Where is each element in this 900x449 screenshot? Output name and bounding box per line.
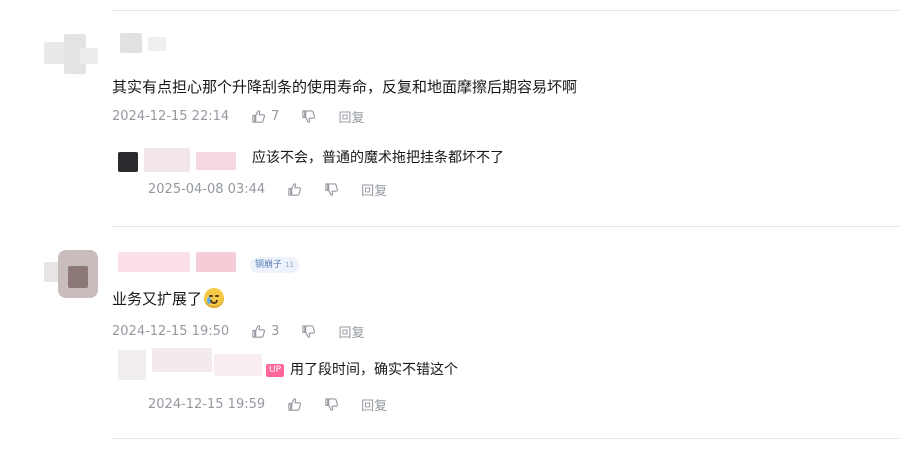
avatar[interactable]: [44, 244, 106, 302]
divider-bottom: [112, 438, 900, 439]
reply-meta: 2025-04-08 03:44 回复: [148, 180, 387, 199]
reply-button[interactable]: 回复: [361, 180, 387, 199]
reply-text: 应该不会，普通的魔术拖把挂条都坏不了: [252, 150, 504, 166]
like-button[interactable]: [287, 397, 302, 412]
divider: [112, 226, 900, 227]
reply-time: 2024-12-15 19:59: [148, 397, 266, 412]
badge-label: 钢崩子: [255, 260, 283, 270]
dislike-button[interactable]: [324, 397, 339, 412]
like-button[interactable]: 3: [251, 324, 279, 339]
like-button[interactable]: 7: [251, 109, 279, 124]
like-button[interactable]: [287, 182, 302, 197]
like-icon: [288, 398, 302, 411]
comment-time: 2024-12-15 22:14: [112, 109, 230, 124]
reply-avatar[interactable]: [114, 148, 244, 174]
reply-avatar[interactable]: [118, 344, 268, 386]
reply-button[interactable]: 回复: [361, 395, 387, 414]
like-icon: [252, 325, 266, 338]
like-count: 3: [271, 324, 280, 339]
reply-time: 2025-04-08 03:44: [148, 182, 266, 197]
dislike-icon: [325, 183, 339, 196]
reply-text: 用了段时间，确实不错这个: [290, 362, 459, 378]
dislike-icon: [302, 110, 316, 123]
comment-meta: 2024-12-15 22:14 7 回复: [112, 107, 364, 126]
comment-text-line: 业务又扩展了: [112, 288, 225, 310]
badge-level: 11: [285, 261, 294, 269]
username[interactable]: [118, 252, 244, 274]
dislike-button[interactable]: [301, 109, 316, 124]
reply-button[interactable]: 回复: [338, 107, 364, 126]
username[interactable]: [112, 33, 202, 55]
comment-text: 业务又扩展了: [112, 290, 203, 308]
sweat-smile-emoji-icon: [204, 288, 225, 308]
dislike-icon: [302, 325, 316, 338]
up-tag: UP: [266, 364, 285, 377]
medal-badge[interactable]: 钢崩子 11: [250, 257, 299, 273]
divider-top: [112, 10, 900, 11]
reply-text-line: UP 用了段时间，确实不错这个: [266, 360, 458, 380]
like-count: 7: [271, 109, 280, 124]
dislike-button[interactable]: [301, 324, 316, 339]
like-icon: [288, 183, 302, 196]
comment-text: 其实有点担心那个升降刮条的使用寿命，反复和地面摩擦后期容易坏啊: [112, 78, 578, 96]
reply-button[interactable]: 回复: [338, 322, 364, 341]
comment-time: 2024-12-15 19:50: [112, 324, 230, 339]
reply-meta: 2024-12-15 19:59 回复: [148, 395, 387, 414]
dislike-icon: [325, 398, 339, 411]
like-icon: [252, 110, 266, 123]
avatar[interactable]: [44, 28, 104, 80]
comment-meta: 2024-12-15 19:50 3 回复: [112, 322, 364, 341]
dislike-button[interactable]: [324, 182, 339, 197]
